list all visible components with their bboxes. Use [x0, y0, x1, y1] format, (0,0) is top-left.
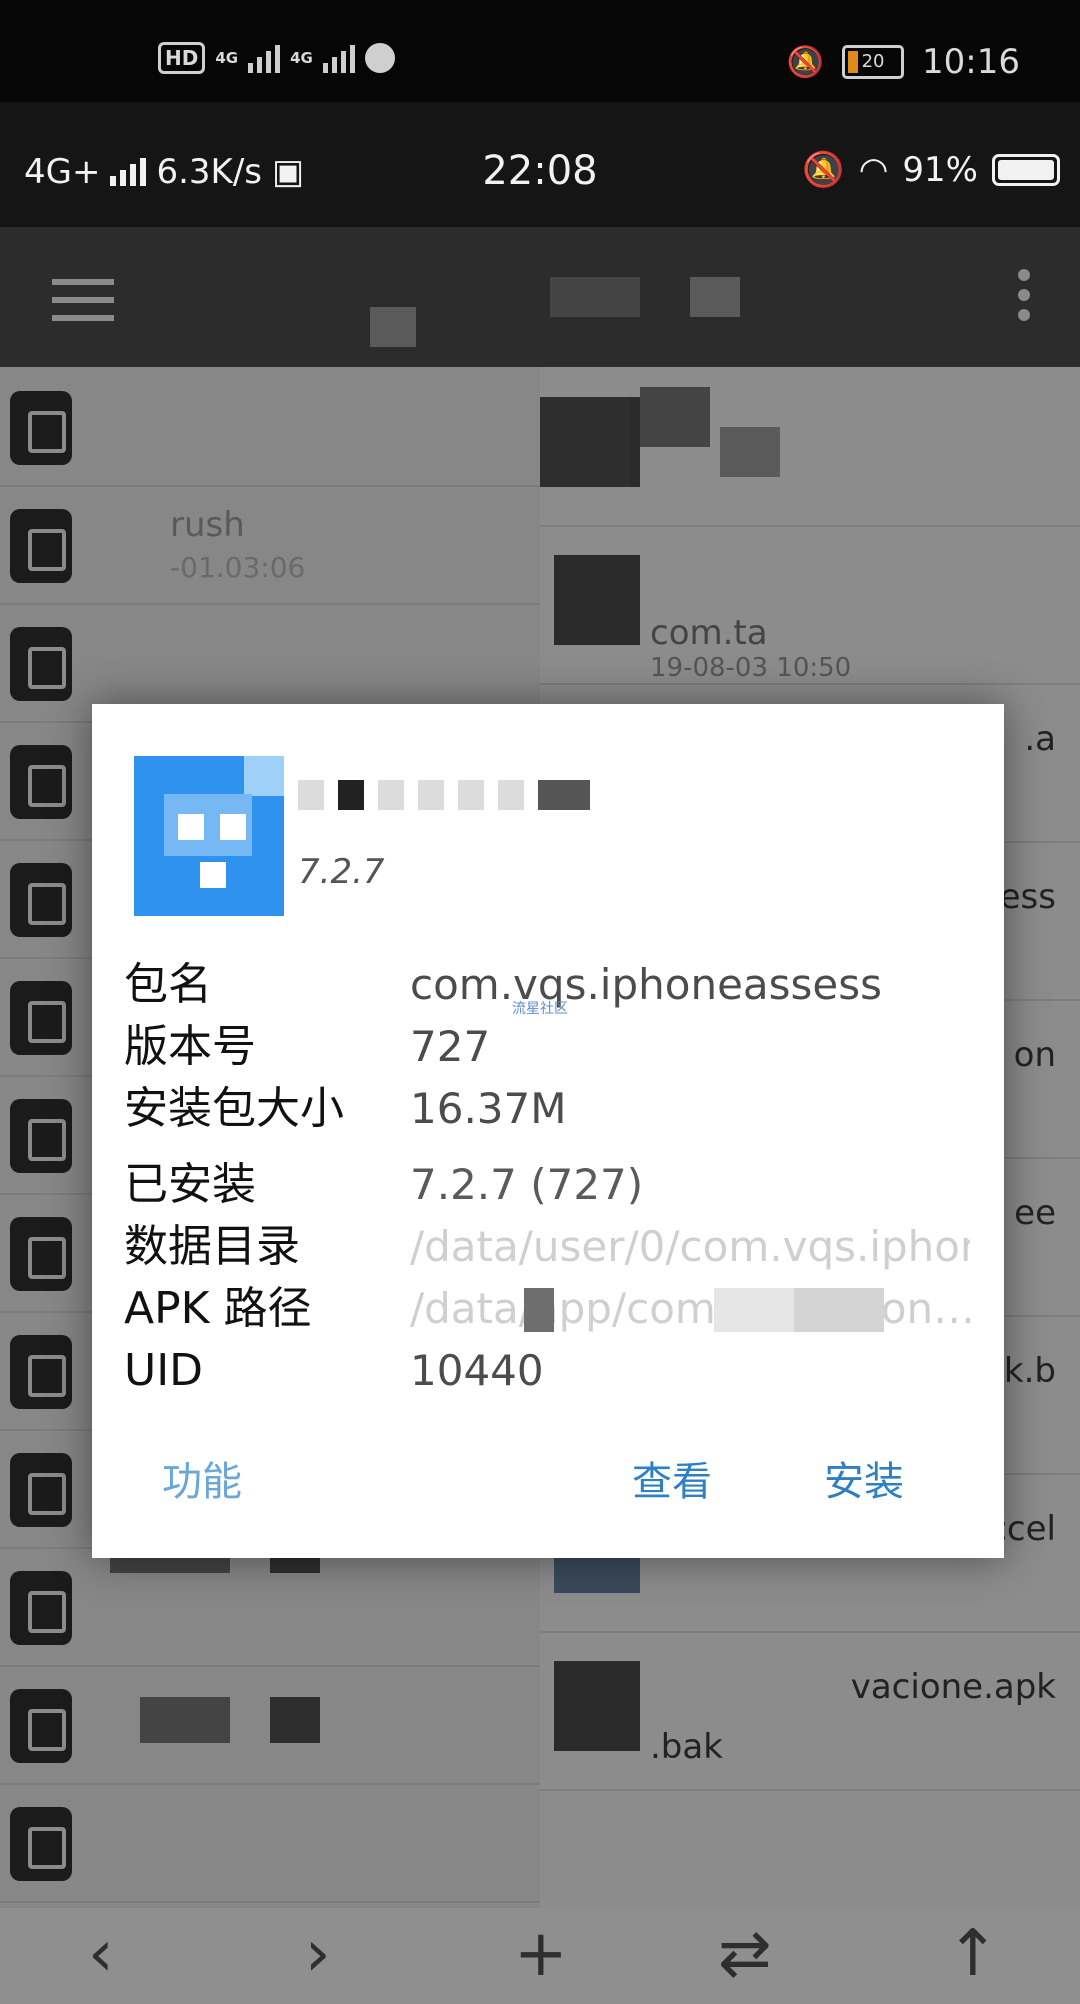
pixelated-region: [550, 277, 640, 317]
pixelated-region: [690, 277, 740, 317]
redaction-block: [524, 1288, 554, 1332]
pixelated-region: [370, 307, 416, 347]
info-label: 版本号: [124, 1021, 256, 1072]
info-value: 16.37M: [410, 1084, 567, 1133]
info-value: 10440: [410, 1346, 544, 1395]
info-row-installed: 已安装 7.2.7 (727): [124, 1154, 974, 1216]
app-info-list: 包名 com.vqs.iphoneassess 版本号 727 安装包大小 16…: [124, 954, 974, 1402]
info-label: 安装包大小: [124, 1083, 344, 1134]
info-row-size: 安装包大小 16.37M: [124, 1078, 974, 1140]
folder-icon: [10, 1571, 72, 1645]
battery-icon: 20: [842, 45, 905, 79]
info-value: /data/user/0/com.vqs.iphon…: [410, 1222, 970, 1271]
view-button[interactable]: 查看: [622, 1442, 722, 1522]
menu-icon[interactable]: [52, 279, 114, 333]
info-value: 727: [410, 1022, 491, 1071]
list-item-title: k.b: [1003, 1351, 1056, 1391]
app-name-redacted: [298, 780, 590, 810]
dialog-actions: 功能 查看 安装: [92, 1442, 1004, 1522]
list-item[interactable]: [0, 367, 540, 487]
redaction-block: [794, 1288, 884, 1332]
file-icon: [554, 1661, 640, 1751]
forward-button[interactable]: ›: [305, 1914, 331, 1994]
signal-icon: [322, 43, 355, 73]
info-label: 已安装: [124, 1159, 256, 1210]
redaction-block: [714, 1288, 794, 1332]
folder-icon: [10, 981, 72, 1055]
apk-info-dialog: 7.2.7 包名 com.vqs.iphoneassess 版本号 727 安装…: [92, 704, 1004, 1558]
network-type-a: 4G: [215, 49, 239, 67]
battery-icon: [992, 154, 1060, 186]
file-icon: [554, 555, 640, 645]
list-item-title: ee: [1014, 1193, 1056, 1233]
pixelated-region: [540, 397, 630, 487]
info-label: 包名: [124, 959, 212, 1010]
wifi-icon: ◠: [858, 150, 889, 190]
list-item-title: com.ta: [650, 613, 768, 653]
clock: 10:16: [922, 42, 1020, 82]
globe-icon: [364, 43, 395, 73]
function-button[interactable]: 功能: [152, 1442, 252, 1522]
signal-icon: [248, 43, 281, 73]
pixelated-region: [140, 1697, 230, 1743]
folder-icon: [10, 509, 72, 583]
hd-badge: HD: [158, 42, 206, 74]
watermark: 流星社区: [512, 1001, 568, 1017]
add-button[interactable]: +: [514, 1914, 568, 1994]
info-row-data-dir: 数据目录 /data/user/0/com.vqs.iphon…: [124, 1216, 974, 1278]
pixelated-region: [270, 1697, 320, 1743]
info-value: /data/app/com.vqs.iphon…: [410, 1284, 970, 1333]
inner-status-bar: 4G+ 6.3K/s ▣ 22:08 🔕 ◠ 91%: [0, 102, 1080, 227]
info-label: UID: [124, 1345, 204, 1396]
network-type-b: 4G: [290, 49, 313, 67]
folder-icon: [10, 863, 72, 937]
list-item-title: vacione.apk: [850, 1667, 1056, 1707]
list-item-title: rush: [170, 505, 245, 545]
info-row-version-code: 版本号 727: [124, 1016, 974, 1078]
app-toolbar: [0, 227, 1080, 367]
list-item[interactable]: [0, 1783, 540, 1903]
battery-level: 20: [861, 51, 885, 72]
app-version: 7.2.7: [298, 852, 385, 892]
list-item-title: ess: [999, 877, 1056, 917]
info-value: 7.2.7 (727): [410, 1160, 644, 1209]
pixelated-region: [720, 427, 780, 477]
app-icon: [134, 756, 284, 916]
bottom-toolbar: ‹ › + ⇄ ↑: [0, 1908, 1080, 2004]
folder-icon: [10, 1335, 72, 1409]
list-item-subtitle: -01.03:06: [170, 551, 306, 584]
bell-off-icon: 🔕: [802, 150, 845, 190]
folder-icon: [10, 1689, 72, 1763]
list-item[interactable]: rush -01.03:06: [0, 485, 540, 605]
folder-icon: [10, 391, 72, 465]
install-button[interactable]: 安装: [814, 1442, 914, 1522]
pixelated-region: [640, 387, 710, 447]
folder-icon: [10, 1217, 72, 1291]
info-value: com.vqs.iphoneassess: [410, 960, 883, 1009]
bell-off-icon: 🔕: [786, 44, 825, 80]
swap-button[interactable]: ⇄: [718, 1914, 772, 1994]
list-item-title: on: [1013, 1035, 1056, 1075]
up-button[interactable]: ↑: [946, 1914, 1000, 1994]
list-item-title: .a: [1024, 719, 1056, 759]
list-item-subtitle: 19-08-03 10:50: [650, 653, 852, 683]
info-label: 数据目录: [124, 1221, 300, 1272]
list-item[interactable]: vacione.apk .bak: [540, 1631, 1080, 1791]
info-label: APK 路径: [124, 1283, 312, 1334]
folder-icon: [10, 1453, 72, 1527]
list-item[interactable]: com.ta 19-08-03 10:50: [540, 525, 1080, 685]
folder-icon: [10, 1099, 72, 1173]
folder-icon: [10, 745, 72, 819]
back-button[interactable]: ‹: [88, 1914, 114, 1994]
info-row-apk-path: APK 路径 /data/app/com.vqs.iphon…: [124, 1278, 974, 1340]
outer-status-bar: HD 4G 4G 🔕 20 10:16: [0, 0, 1080, 102]
info-row-uid: UID 10440: [124, 1340, 974, 1402]
folder-icon: [10, 1807, 72, 1881]
more-options-icon[interactable]: [1018, 269, 1030, 329]
battery-percent: 91%: [902, 150, 978, 190]
list-item-title-cont: .bak: [650, 1727, 723, 1767]
folder-icon: [10, 627, 72, 701]
